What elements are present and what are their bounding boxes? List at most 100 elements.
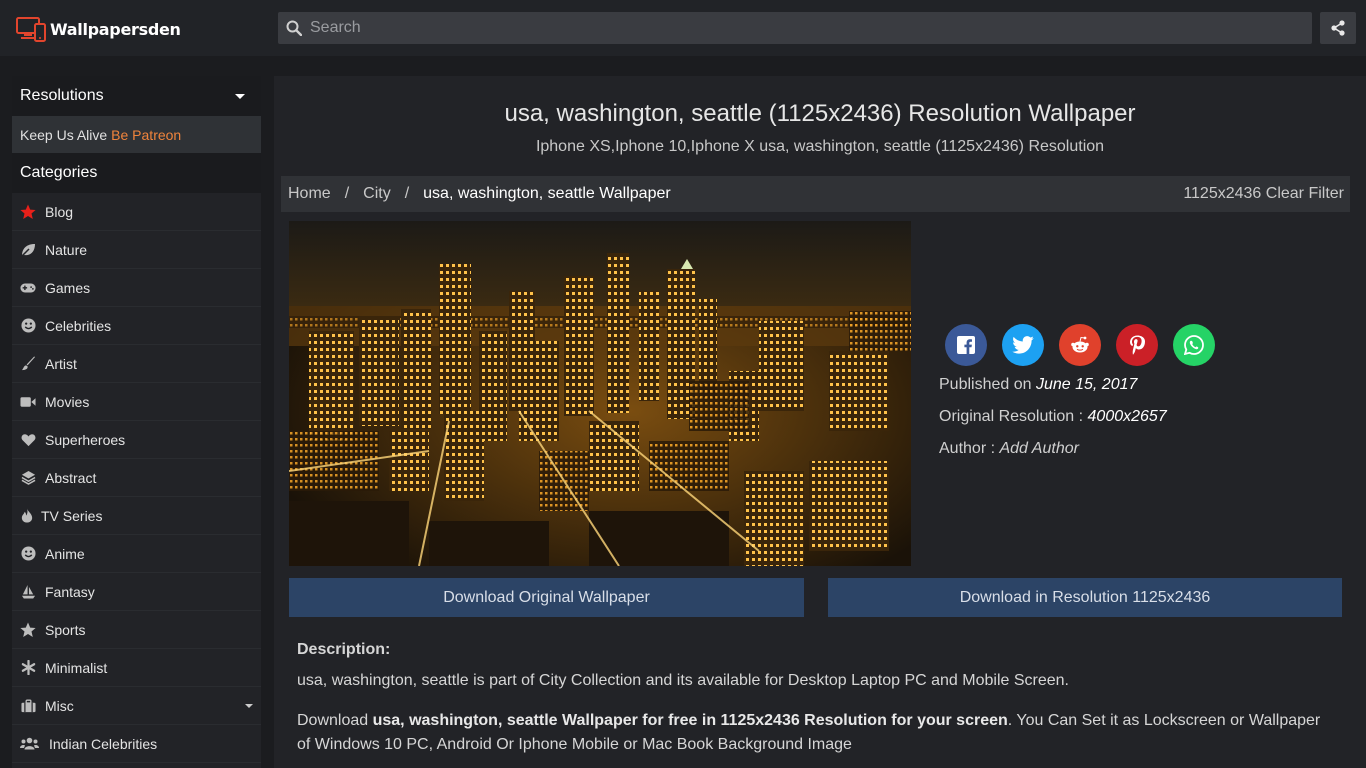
layers-icon (20, 470, 36, 486)
share-button[interactable] (1320, 12, 1356, 44)
breadcrumb-home-link[interactable]: Home (288, 185, 331, 203)
fire-icon (20, 508, 33, 524)
author-label: Author : (939, 440, 996, 457)
logo-text: Wallpapersden (50, 19, 181, 39)
categories-heading: Categories (12, 153, 261, 193)
site-logo[interactable]: Wallpapersden (16, 16, 181, 42)
sidebar-item-label: Blog (45, 203, 74, 220)
breadcrumb-separator: / (404, 185, 410, 202)
sidebar-item-label: Anime (45, 545, 85, 562)
smile-icon (20, 546, 36, 562)
twitter-share-button[interactable] (1002, 324, 1044, 366)
smile-icon (20, 318, 36, 334)
video-camera-icon (20, 394, 36, 410)
sidebar-item-abstract[interactable]: Abstract (12, 459, 261, 497)
patreon-text: Keep Us Alive (20, 126, 108, 143)
pinterest-share-button[interactable] (1116, 324, 1158, 366)
users-icon (20, 736, 39, 752)
download-original-button[interactable]: Download Original Wallpaper (289, 578, 804, 617)
search-icon[interactable] (278, 12, 310, 44)
sidebar-item-misc[interactable]: Misc (12, 687, 261, 725)
facebook-share-button[interactable] (945, 324, 987, 366)
heart-icon (20, 432, 36, 448)
facebook-icon (957, 336, 975, 354)
ship-icon (20, 584, 36, 600)
description-bold-text: usa, washington, seattle Wallpaper for f… (372, 712, 1008, 729)
sidebar-item-label: Superheroes (45, 431, 126, 448)
whatsapp-share-button[interactable] (1173, 324, 1215, 366)
sidebar-item-label: Minimalist (45, 659, 108, 676)
sidebar-item-movies[interactable]: Movies (12, 383, 261, 421)
author-info: Author : Add Author (939, 440, 1079, 458)
sidebar-item-label: TV Series (41, 507, 103, 524)
suitcase-icon (20, 698, 36, 714)
sidebar-item-games[interactable]: Games (12, 269, 261, 307)
brush-icon (20, 356, 36, 372)
resolution-label: Original Resolution : (939, 408, 1084, 425)
twitter-icon (1012, 336, 1034, 354)
sidebar-item-label: Movies (45, 393, 90, 410)
sidebar-item-label: Games (45, 279, 91, 296)
share-icon (1331, 20, 1345, 36)
asterisk-icon (20, 660, 36, 676)
resolutions-dropdown[interactable]: Resolutions (12, 76, 261, 116)
social-share-buttons (945, 324, 1230, 366)
sidebar-item-label: Indian Celebrities (49, 735, 158, 752)
page-subtitle: Iphone XS,Iphone 10,Iphone X usa, washin… (535, 138, 1105, 155)
sidebar-item-label: Artist (45, 355, 77, 372)
breadcrumb-current: usa, washington, seattle Wallpaper (423, 185, 671, 202)
sidebar: Resolutions Keep Us Alive Be Patreon Cat… (12, 76, 261, 768)
sidebar-item-blog[interactable]: Blog (12, 193, 261, 231)
sidebar-item-fantasy[interactable]: Fantasy (12, 573, 261, 611)
star-icon (20, 204, 36, 220)
resolutions-label: Resolutions (20, 87, 104, 104)
published-label: Published on (939, 376, 1032, 393)
page-title: usa, washington, seattle (1125x2436) Res… (504, 100, 1136, 127)
description-paragraph-1: usa, washington, seattle is part of City… (297, 672, 1069, 689)
caret-down-icon (235, 93, 245, 99)
sidebar-item-indian-celebrities[interactable]: Indian Celebrities (12, 725, 261, 763)
top-bar: Wallpapersden (0, 0, 1366, 56)
sidebar-item-artist[interactable]: Artist (12, 345, 261, 383)
sidebar-item-label: Sports (45, 621, 86, 638)
download-resolution-button[interactable]: Download in Resolution 1125x2436 (828, 578, 1342, 617)
resolution-value: 4000x2657 (1087, 408, 1167, 425)
caret-down-icon (245, 704, 253, 708)
clear-filter-link[interactable]: 1125x2436 Clear Filter (1183, 185, 1344, 203)
sidebar-item-nature[interactable]: Nature (12, 231, 261, 269)
patreon-banner: Keep Us Alive Be Patreon (12, 116, 261, 153)
sidebar-item-celebrities[interactable]: Celebrities (12, 307, 261, 345)
sidebar-item-anime[interactable]: Anime (12, 535, 261, 573)
author-link[interactable]: Add Author (999, 440, 1078, 457)
main-content: usa, washington, seattle (1125x2436) Res… (274, 76, 1366, 768)
star-icon (20, 622, 36, 638)
sidebar-item-label: Misc (45, 697, 74, 714)
sidebar-item-sports[interactable]: Sports (12, 611, 261, 649)
description-heading: Description: (297, 641, 391, 658)
breadcrumb: Home / City / usa, washington, seattle W… (281, 176, 1350, 212)
search-input[interactable] (310, 19, 1290, 37)
devices-logo-icon (16, 16, 46, 42)
sidebar-item-tv-series[interactable]: TV Series (12, 497, 261, 535)
reddit-share-button[interactable] (1059, 324, 1101, 366)
sidebar-item-superheroes[interactable]: Superheroes (12, 421, 261, 459)
reddit-icon (1071, 336, 1089, 353)
published-date: June 15, 2017 (1035, 376, 1138, 393)
sidebar-item-label: Nature (45, 241, 88, 258)
gamepad-icon (20, 280, 36, 296)
sidebar-item-minimalist[interactable]: Minimalist (12, 649, 261, 687)
sidebar-item-label: Abstract (45, 469, 97, 486)
published-info: Published on June 15, 2017 (939, 376, 1137, 394)
whatsapp-icon (1184, 335, 1204, 355)
description-paragraph-2: Download usa, washington, seattle Wallpa… (297, 709, 1327, 757)
sidebar-item-label: Fantasy (45, 583, 95, 600)
wallpaper-image[interactable] (289, 221, 911, 566)
original-resolution-info: Original Resolution : 4000x2657 (939, 408, 1167, 426)
pinterest-icon (1130, 335, 1145, 355)
breadcrumb-separator: / (344, 185, 350, 202)
patreon-link[interactable]: Be Patreon (111, 127, 181, 143)
search-bar (278, 12, 1312, 44)
description-text: Download (297, 712, 373, 729)
leaf-icon (20, 242, 36, 258)
breadcrumb-city-link[interactable]: City (363, 185, 391, 203)
